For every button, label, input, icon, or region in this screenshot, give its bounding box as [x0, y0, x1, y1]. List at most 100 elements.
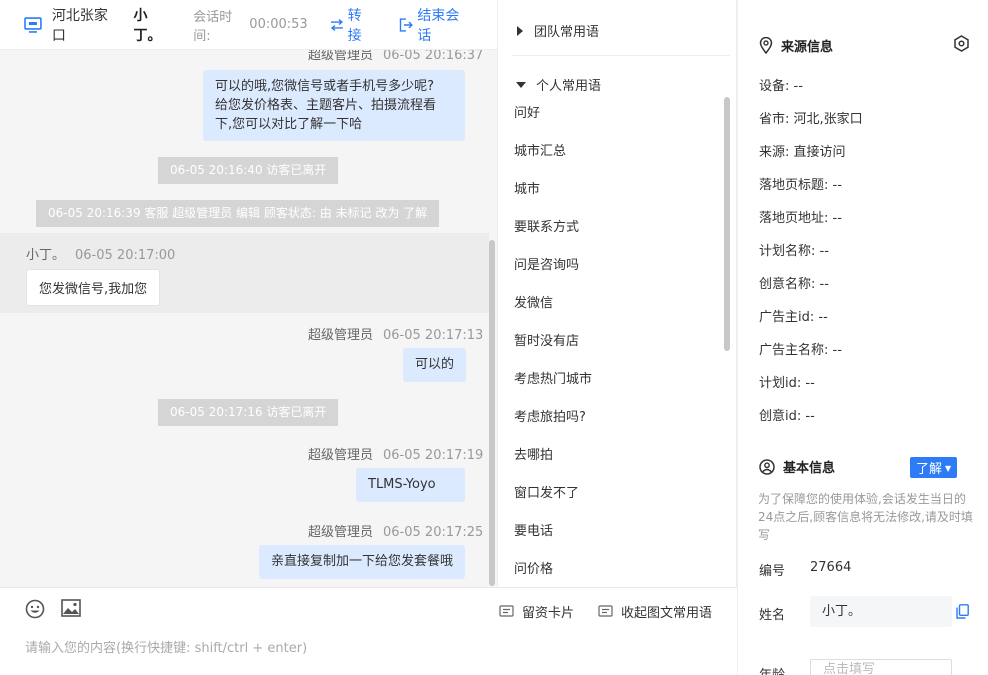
caret-down-icon: ▼	[945, 464, 952, 473]
quick-phrases-panel: 团队常用语 个人常用语 问好 城市汇总 城市 要联系方式 问是咨询吗 发微信 暂…	[497, 0, 737, 587]
info-value: --	[832, 211, 842, 226]
session-time-value: 00:00:53	[249, 17, 308, 32]
phrases-scrollbar[interactable]	[724, 97, 730, 351]
info-row-advertiser-name: 广告主名称: --	[759, 339, 842, 358]
info-value: --	[832, 343, 842, 358]
basic-info-title: 基本信息	[759, 457, 835, 476]
end-session-label: 结束会话	[417, 7, 460, 44]
id-value: 27664	[810, 560, 852, 575]
phrase-item[interactable]: 城市	[514, 178, 540, 197]
lead-card-label: 留资卡片	[522, 606, 575, 621]
outgoing-message: TLMS-Yoyo	[356, 468, 465, 502]
info-key: 广告主名称:	[759, 343, 829, 358]
phrase-item[interactable]: 城市汇总	[514, 140, 566, 159]
collapse-phrases-button[interactable]: 收起图文常用语	[598, 602, 712, 621]
phrase-item[interactable]: 去哪拍	[514, 444, 553, 463]
customer-status-value: 了解	[916, 462, 943, 477]
message-line: 给您发价格表、主题客片、拍摄流程看	[215, 98, 437, 113]
message-icon	[598, 605, 613, 617]
message-sender: 小丁。	[26, 248, 66, 263]
phrase-item[interactable]: 考虑热门城市	[514, 368, 592, 387]
age-input[interactable]: 点击填写	[810, 659, 952, 675]
info-key: 来源:	[759, 145, 790, 160]
info-row-province: 省市: 河北,张家口	[759, 108, 863, 127]
phrase-item[interactable]: 窗口发不了	[514, 482, 579, 501]
info-row-creative-name: 创意名称: --	[759, 273, 829, 292]
info-value: 直接访问	[793, 145, 846, 160]
session-time-label: 会话时间:	[193, 9, 233, 44]
team-phrases-label: 团队常用语	[534, 25, 600, 40]
exit-icon	[400, 17, 414, 32]
chat-header: 河北张家口 小丁。 会话时间: 00:00:53 转接 结束会话	[0, 0, 497, 50]
message-time: 06-05 20:16:37	[383, 50, 484, 63]
message-meta: 小丁。 06-05 20:17:00	[26, 244, 175, 263]
system-notice: 06-05 20:16:40 访客已离开	[158, 157, 339, 184]
phrase-item[interactable]: 问好	[514, 102, 540, 121]
phrase-item[interactable]: 要电话	[514, 520, 553, 539]
message-sender: 超级管理员	[308, 525, 374, 540]
message-sender: 超级管理员	[308, 328, 374, 343]
id-label: 编号	[759, 564, 786, 579]
personal-phrases-group[interactable]: 个人常用语	[516, 75, 601, 94]
phrase-item[interactable]: 暂时没有店	[514, 330, 579, 349]
team-phrases-group[interactable]: 团队常用语	[516, 21, 599, 40]
source-info-label: 来源信息	[781, 40, 834, 55]
phrase-item[interactable]: 要联系方式	[514, 216, 579, 235]
info-key: 设备:	[759, 79, 790, 94]
copy-icon[interactable]	[956, 604, 969, 619]
chat-scrollbar[interactable]	[489, 240, 495, 586]
message-time: 06-05 20:17:25	[383, 525, 484, 540]
message-input[interactable]: 请输入您的内容(换行快捷键: shift/ctrl + enter)	[25, 637, 307, 656]
message-meta: 超级管理员 06-05 20:17:19	[308, 444, 483, 463]
info-value: --	[805, 409, 815, 424]
info-row-creative-id: 创意id: --	[759, 405, 815, 424]
info-key: 广告主id:	[759, 310, 815, 325]
info-row-advertiser-id: 广告主id: --	[759, 306, 828, 325]
info-value: --	[832, 178, 842, 193]
end-session-button[interactable]: 结束会话	[399, 5, 473, 45]
info-row-plan-id: 计划id: --	[759, 372, 815, 391]
message-line: 下,您可以对比了解一下哈	[215, 117, 363, 132]
info-key: 落地页地址:	[759, 211, 829, 226]
name-label: 姓名	[759, 608, 786, 623]
incoming-message: 您发微信号,我加您	[26, 269, 161, 306]
outgoing-message: 亲直接复制加一下给您发套餐哦	[259, 545, 465, 579]
customer-info-panel: 来源信息 设备: -- 省市: 河北,张家口 来源: 直接访问 落地页标题: -…	[737, 0, 988, 675]
phrase-item[interactable]: 发微信	[514, 292, 553, 311]
info-key: 省市:	[759, 112, 790, 127]
info-row-plan-name: 计划名称: --	[759, 240, 829, 259]
outgoing-message: 可以的	[403, 348, 467, 382]
customer-status-dropdown[interactable]: 了解 ▼	[910, 457, 958, 478]
lead-card-button[interactable]: 留资卡片	[499, 602, 574, 621]
emoji-icon[interactable]	[25, 599, 45, 619]
card-icon	[499, 605, 514, 617]
outgoing-message: 可以的哦,您微信号或者手机号多少呢? 给您发价格表、主题客片、拍摄流程看 下,您…	[203, 70, 465, 141]
image-icon[interactable]	[61, 599, 81, 617]
message-time: 06-05 20:17:00	[75, 248, 176, 263]
name-field[interactable]: 小丁。	[810, 596, 952, 627]
info-key: 创意id:	[759, 409, 802, 424]
phrase-item[interactable]: 考虑旅拍吗?	[514, 406, 586, 425]
system-notice: 06-05 20:17:16 访客已离开	[158, 399, 339, 426]
message-meta: 超级管理员 06-05 20:17:25	[308, 521, 483, 540]
settings-icon[interactable]	[953, 35, 970, 52]
collapse-phrases-label: 收起图文常用语	[621, 606, 713, 621]
info-row-landing-url: 落地页地址: --	[759, 207, 842, 226]
age-label: 年龄	[759, 664, 785, 675]
info-row-source: 来源: 直接访问	[759, 141, 846, 160]
transfer-label: 转接	[347, 7, 362, 44]
info-row-device: 设备: --	[759, 75, 803, 94]
transfer-button[interactable]: 转接	[330, 5, 376, 45]
monitor-icon	[24, 16, 42, 33]
edit-notice: 为了保障您的使用体验,会话发生当日的24点之后,顾客信息将无法修改,请及时填写	[758, 492, 973, 542]
info-key: 落地页标题:	[759, 178, 829, 193]
caret-down-icon	[516, 81, 526, 88]
info-value: --	[805, 376, 815, 391]
info-value: --	[819, 244, 829, 259]
phrase-item[interactable]: 问是咨询吗	[514, 254, 579, 273]
phrase-item[interactable]: 问价格	[514, 558, 553, 577]
caret-right-icon	[517, 25, 523, 36]
chat-messages: 超级管理员 06-05 20:16:37 可以的哦,您微信号或者手机号多少呢? 给…	[0, 50, 497, 587]
transfer-icon	[330, 18, 343, 31]
source-info-title: 来源信息	[759, 36, 833, 55]
